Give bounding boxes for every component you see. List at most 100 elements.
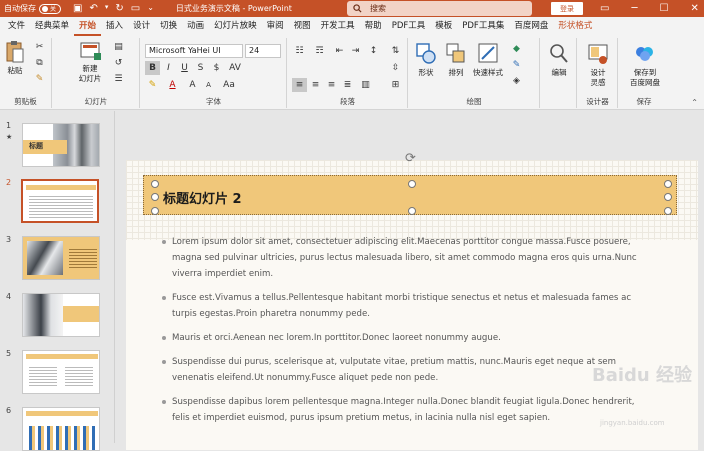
save-icon[interactable]: ▣ [73,3,82,14]
shrink-font-icon[interactable]: A [201,78,216,92]
increase-indent-icon[interactable]: ⇥ [348,44,363,58]
editing-button[interactable]: 编辑 [545,42,573,78]
present-icon[interactable]: ▭ [131,3,140,14]
search-box[interactable]: 搜索 [347,1,532,16]
highlight-icon[interactable]: ✎ [145,78,160,92]
resize-handle[interactable] [151,193,159,201]
reset-icon[interactable]: ↺ [111,56,126,70]
decrease-indent-icon[interactable]: ⇤ [332,44,347,58]
line-spacing-icon[interactable]: ↕ [366,44,381,58]
tab-9[interactable]: 视图 [289,17,316,36]
tab-6[interactable]: 动画 [182,17,209,36]
italic-button[interactable]: I [161,61,176,75]
tab-1[interactable]: 经典菜单 [30,17,74,36]
shapes-button[interactable]: 形状 [413,42,439,78]
paste-button[interactable]: 粘贴 [3,40,27,76]
tab-12[interactable]: PDF工具 [387,17,431,36]
autosave[interactable]: 自动保存 关 [4,3,61,14]
resize-handle[interactable] [408,207,416,215]
tab-8[interactable]: 审阅 [262,17,289,36]
resize-handle[interactable] [664,207,672,215]
format-painter-icon[interactable]: ✎ [32,72,47,86]
slide-thumbnail-6[interactable] [22,407,100,451]
tab-10[interactable]: 开发工具 [316,17,360,36]
numbering-icon[interactable]: ☶ [312,44,327,58]
shape-fill-icon[interactable]: ◆ [509,42,524,56]
tab-3[interactable]: 插入 [101,17,128,36]
tab-4[interactable]: 设计 [128,17,155,36]
content-placeholder[interactable]: Lorem ipsum dolor sit amet, consectetuer… [162,234,644,434]
maximize-icon[interactable]: ☐ [659,0,668,17]
shape-outline-icon[interactable]: ✎ [509,58,524,72]
tab-0[interactable]: 文件 [3,17,30,36]
bullet-item[interactable]: Lorem ipsum dolor sit amet, consectetuer… [162,234,644,282]
slide-thumbnail-3[interactable] [22,236,100,280]
tab-13[interactable]: 模板 [430,17,457,36]
login-button[interactable]: 登录 [551,2,583,15]
autosave-toggle[interactable]: 关 [39,3,61,14]
quick-styles-button[interactable]: 快速样式 [471,42,505,78]
tab-2[interactable]: 开始 [74,17,102,36]
tab-11[interactable]: 帮助 [360,17,387,36]
undo-icon[interactable]: ↶ [89,3,97,14]
resize-handle[interactable] [408,180,416,188]
tab-14[interactable]: PDF工具集 [457,17,509,36]
bullet-item[interactable]: Suspendisse dui purus, scelerisque at, v… [162,354,644,386]
justify-icon[interactable]: ≣ [340,78,355,92]
rotate-handle-icon[interactable]: ⟳ [405,151,416,166]
resize-handle[interactable] [664,193,672,201]
underline-button[interactable]: U [177,61,192,75]
tab-7[interactable]: 幻灯片放映 [209,17,262,36]
strikethrough-button[interactable]: S [193,61,208,75]
font-size-combo[interactable]: 24 [245,44,281,58]
slide-thumbnail-4[interactable] [22,293,100,337]
columns-icon[interactable]: ▥ [358,78,373,92]
font-name-combo[interactable]: Microsoft YaHei UI [145,44,243,58]
bullet-item[interactable]: Suspendisse dapibus lorem pellentesque m… [162,394,644,426]
slide-thumbnail-5[interactable] [22,350,100,394]
align-center-icon[interactable]: ≡ [308,78,323,92]
arrange-button[interactable]: 排列 [443,42,469,78]
resize-handle[interactable] [151,207,159,215]
redo-icon[interactable]: ↻ [115,3,123,14]
save-to-netdisk-button[interactable]: 保存到 百度网盘 [625,42,665,88]
close-icon[interactable]: ✕ [690,0,698,17]
layout-icon[interactable]: ▤ [111,40,126,54]
resize-handle[interactable] [664,180,672,188]
char-spacing-button[interactable]: AV [225,61,245,75]
change-case-icon[interactable]: Aa [219,78,239,92]
window-controls: ▭ ─ ☐ ✕ [600,0,699,17]
current-slide[interactable]: 标题幻灯片 2 ⟳ Lorem ipsum dolor sit amet, co… [126,151,698,450]
font-color-icon[interactable]: A [165,78,180,92]
bold-button[interactable]: B [145,61,160,75]
tab-15[interactable]: 百度网盘 [509,17,553,36]
slide-thumbnail-2[interactable] [21,179,99,223]
undo-dropdown-icon[interactable]: ▾ [105,3,109,14]
align-text-icon[interactable]: ⇳ [388,61,403,75]
text-direction-icon[interactable]: ⇅ [388,44,403,58]
ribbon-display-icon[interactable]: ▭ [600,0,609,17]
bullets-icon[interactable]: ☷ [292,44,307,58]
section-icon[interactable]: ☰ [111,72,126,86]
design-ideas-button[interactable]: 设计 灵感 [582,42,614,88]
shape-effects-icon[interactable]: ◈ [509,74,524,88]
smartart-icon[interactable]: ⊞ [388,78,403,92]
copy-icon[interactable]: ⧉ [32,56,47,70]
cut-icon[interactable]: ✂ [32,40,47,54]
slide-title[interactable]: 标题幻灯片 2 [163,188,242,207]
shadow-button[interactable]: $ [209,61,224,75]
new-slide-button[interactable]: 新建 幻灯片 [73,40,107,84]
slide-thumbnail-1[interactable]: 标题 [22,123,100,167]
grow-font-icon[interactable]: A [185,78,200,92]
align-right-icon[interactable]: ≡ [324,78,339,92]
tab-5[interactable]: 切换 [155,17,182,36]
tab-16[interactable]: 形状格式 [553,17,597,36]
align-left-icon[interactable]: ≡ [292,78,307,92]
collapse-ribbon-icon[interactable]: ⌃ [691,98,698,107]
customize-qat-icon[interactable]: ⌄ [147,3,154,14]
minimize-icon[interactable]: ─ [631,0,637,17]
resize-handle[interactable] [151,180,159,188]
bullet-item[interactable]: Mauris et orci.Aenean nec lorem.In portt… [162,330,644,346]
paste-icon [6,41,24,63]
bullet-item[interactable]: Fusce est.Vivamus a tellus.Pellentesque … [162,290,644,322]
